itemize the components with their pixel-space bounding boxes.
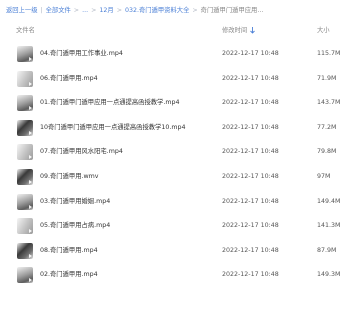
file-size: 87.9M (317, 246, 337, 254)
chevron-right-icon: > (192, 7, 198, 14)
file-name[interactable]: 01.奇门遁甲门遁甲应用一点通提高函授教学.mp4 (40, 91, 180, 116)
file-size: 71.9M (317, 74, 337, 82)
video-thumbnail-icon[interactable] (17, 46, 33, 62)
file-size: 77.2M (317, 123, 337, 131)
table-row[interactable]: 04.奇门遁甲用工作事业.mp4 2022-12-17 10:48 115.7M (0, 42, 341, 67)
video-thumbnail-icon[interactable] (17, 242, 33, 259)
file-modified-time: 2022-12-17 10:48 (222, 197, 279, 205)
file-modified-time: 2022-12-17 10:48 (222, 123, 279, 131)
column-header-time[interactable]: 修改时间 (222, 23, 256, 39)
file-size: 79.8M (317, 148, 337, 156)
breadcrumb-ellipsis[interactable]: ... (82, 4, 88, 18)
table-row[interactable]: 06.奇门遁甲用.mp4 2022-12-17 10:48 71.9M (0, 67, 341, 92)
file-name[interactable]: 08.奇门遁甲用.mp4 (40, 239, 98, 264)
play-icon (29, 106, 32, 111)
file-name[interactable]: 10奇门遁甲门遁甲应用一点通提高函授教学10.mp4 (40, 116, 186, 141)
file-modified-time: 2022-12-17 10:48 (222, 148, 279, 156)
play-icon (29, 155, 32, 160)
breadcrumb-current: 奇门遁甲门遁甲应用... (200, 7, 264, 14)
video-thumbnail-icon[interactable] (17, 70, 33, 87)
file-name[interactable]: 05.奇门遁甲用占病.mp4 (40, 214, 110, 239)
table-row[interactable]: 01.奇门遁甲门遁甲应用一点通提高函授教学.mp4 2022-12-17 10:4… (0, 91, 341, 116)
chevron-right-icon: > (73, 7, 80, 14)
table-row[interactable]: 03.奇门遁甲用婚姻.mp4 2022-12-17 10:48 149.4M (0, 190, 341, 215)
column-header-time-label: 修改时间 (222, 27, 248, 34)
file-modified-time: 2022-12-17 10:48 (222, 271, 279, 279)
file-name[interactable]: 07.奇门遁甲用风水阳宅.mp4 (40, 140, 123, 165)
breadcrumb-folder[interactable]: 032.奇门遁甲资料大全 (125, 4, 189, 18)
table-row[interactable]: 05.奇门遁甲用占病.mp4 2022-12-17 10:48 141.3M (0, 214, 341, 239)
file-size: 141.3M (317, 222, 341, 230)
file-modified-time: 2022-12-17 10:48 (222, 222, 279, 230)
table-row[interactable]: 07.奇门遁甲用风水阳宅.mp4 2022-12-17 10:48 79.8M (0, 140, 341, 165)
play-icon (29, 179, 32, 184)
chevron-right-icon: > (116, 7, 122, 14)
file-modified-time: 2022-12-17 10:48 (222, 74, 279, 82)
file-name[interactable]: 06.奇门遁甲用.mp4 (40, 67, 98, 92)
play-icon (29, 130, 32, 135)
breadcrumb: 返回上一级 | 全部文件 >... >12月 >032.奇门遁甲资料大全 > 奇门遁甲门遁甲应… (6, 4, 336, 18)
file-name[interactable]: 04.奇门遁甲用工作事业.mp4 (40, 42, 123, 67)
file-size: 149.3M (317, 271, 341, 279)
back-link[interactable]: 返回上一级 (6, 4, 37, 18)
file-modified-time: 2022-12-17 10:48 (222, 172, 279, 180)
video-thumbnail-icon[interactable] (17, 144, 33, 161)
table-row[interactable]: 09.奇门遁甲用.wmv 2022-12-17 10:48 97M (0, 165, 341, 190)
play-icon (29, 253, 32, 258)
arrow-down-icon[interactable] (250, 26, 256, 34)
file-list: 04.奇门遁甲用工作事业.mp4 2022-12-17 10:48 115.7M 06… (0, 42, 341, 288)
play-icon (29, 278, 32, 283)
breadcrumb-separator: | (40, 7, 43, 14)
file-size: 115.7M (317, 50, 341, 57)
play-icon (29, 204, 32, 209)
file-modified-time: 2022-12-17 10:48 (222, 99, 279, 107)
table-header: 文件名 修改时间 大小 (0, 23, 341, 39)
breadcrumb-month[interactable]: 12月 (99, 4, 113, 18)
column-header-name[interactable]: 文件名 (16, 23, 35, 39)
table-row[interactable]: 08.奇门遁甲用.mp4 2022-12-17 10:48 87.9M (0, 239, 341, 264)
video-thumbnail-icon[interactable] (17, 119, 33, 136)
table-row[interactable]: 10奇门遁甲门遁甲应用一点通提高函授教学10.mp4 2022-12-17 10:… (0, 116, 341, 141)
video-thumbnail-icon[interactable] (17, 267, 33, 284)
play-icon (29, 81, 32, 86)
video-thumbnail-icon[interactable] (17, 168, 33, 185)
file-modified-time: 2022-12-17 10:48 (222, 50, 279, 57)
file-size: 97M (317, 172, 331, 180)
file-size: 143.7M (317, 99, 341, 107)
file-name[interactable]: 02.奇门遁甲用.mp4 (40, 263, 98, 288)
breadcrumb-all-files[interactable]: 全部文件 (46, 4, 71, 18)
file-size: 149.4M (317, 197, 341, 205)
file-modified-time: 2022-12-17 10:48 (222, 246, 279, 254)
play-icon (29, 229, 32, 234)
video-thumbnail-icon[interactable] (17, 218, 33, 235)
chevron-right-icon: > (91, 7, 97, 14)
file-name[interactable]: 03.奇门遁甲用婚姻.mp4 (40, 190, 110, 215)
file-name[interactable]: 09.奇门遁甲用.wmv (40, 165, 99, 190)
play-icon (29, 57, 32, 61)
video-thumbnail-icon[interactable] (17, 193, 33, 210)
video-thumbnail-icon[interactable] (17, 95, 33, 112)
column-header-size[interactable]: 大小 (317, 23, 330, 39)
table-row[interactable]: 02.奇门遁甲用.mp4 2022-12-17 10:48 149.3M (0, 263, 341, 288)
